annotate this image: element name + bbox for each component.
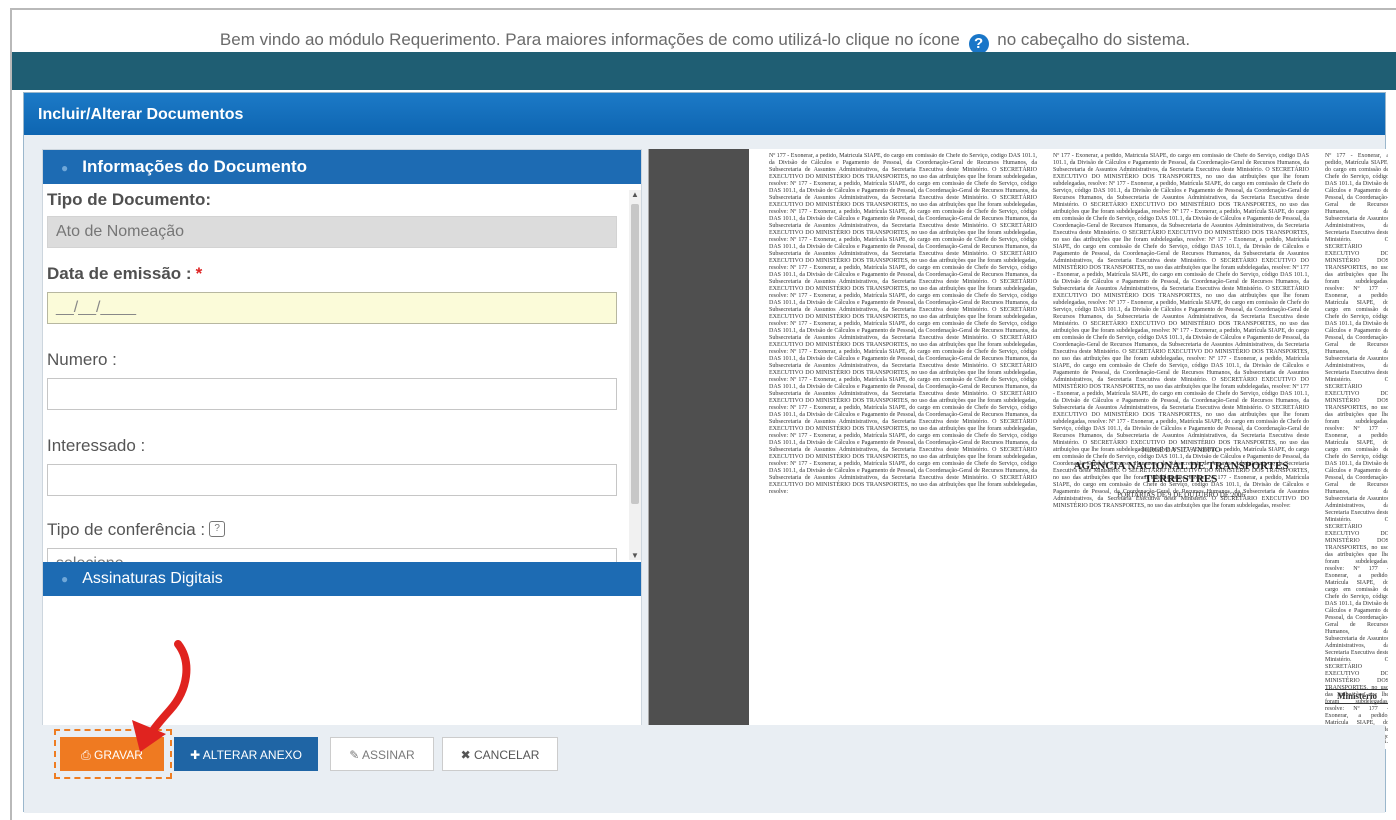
data-emissao-field[interactable]: __/__/____ bbox=[47, 292, 617, 324]
document-form: Tipo de Documento: Ato de Nomeação Data … bbox=[43, 184, 625, 562]
scrollbar-thumb[interactable] bbox=[631, 204, 639, 504]
alterar-anexo-label: Alterar Anexo bbox=[202, 748, 302, 762]
numero-label: Numero : bbox=[47, 350, 117, 369]
document-dialog: Incluir/Alterar Documentos ● Informações … bbox=[23, 92, 1388, 813]
dialog-body: ● Informações do Documento Tipo de Docume… bbox=[24, 135, 1388, 749]
signatures-title: Assinaturas Digitais bbox=[82, 570, 223, 587]
preview-column-1: Nº 177 - Exonerar, a pedido, Matrícula S… bbox=[769, 153, 1037, 495]
preview-text-block: Nº 177 - Exonerar, a pedido, Matrícula S… bbox=[1325, 153, 1388, 743]
tipo-documento-label: Tipo de Documento: bbox=[47, 190, 212, 209]
pen-icon: ✎ bbox=[349, 748, 363, 762]
tipo-conferencia-label: Tipo de conferência :? bbox=[47, 520, 226, 540]
preview-column-2: Nº 177 - Exonerar, a pedido, Matrícula S… bbox=[1053, 153, 1309, 743]
preview-text-block: Nº 177 - Exonerar, a pedido, Matrícula S… bbox=[1053, 153, 1309, 509]
cancelar-button[interactable]: ✖ Cancelar bbox=[442, 737, 558, 771]
comment-help-icon[interactable]: ? bbox=[209, 521, 226, 537]
clear-selection-icon[interactable]: × bbox=[595, 553, 606, 562]
document-info-title: Informações do Documento bbox=[82, 157, 308, 176]
interessado-field[interactable] bbox=[47, 464, 617, 496]
close-icon: ✖ bbox=[460, 748, 475, 762]
scroll-up-icon[interactable]: ▲ bbox=[631, 190, 639, 199]
data-emissao-label: Data de emissão : * bbox=[47, 264, 202, 284]
bullet-icon: ● bbox=[61, 161, 69, 175]
help-icon[interactable]: ? bbox=[968, 34, 989, 54]
assinar-button[interactable]: ✎ Assinar bbox=[330, 737, 434, 771]
action-toolbar: ⎙ Gravar ✚ Alterar Anexo ✎ Assinar ✖ Can… bbox=[24, 725, 1385, 813]
printer-icon: ⎙ bbox=[81, 748, 95, 762]
welcome-message: Bem vindo ao módulo Requerimento. Para m… bbox=[12, 30, 1396, 54]
bullet-icon: ● bbox=[61, 572, 69, 586]
tipo-conferencia-select[interactable]: selecione × bbox=[47, 548, 617, 562]
welcome-text-before: Bem vindo ao módulo Requerimento. Para m… bbox=[219, 30, 960, 49]
required-marker: * bbox=[195, 264, 203, 283]
tipo-conferencia-label-text: Tipo de conferência : bbox=[47, 520, 206, 539]
dialog-title: Incluir/Alterar Documentos bbox=[24, 93, 1385, 135]
scroll-down-icon[interactable]: ▼ bbox=[631, 551, 639, 560]
form-scrollbar[interactable]: ▲ ▼ bbox=[629, 190, 641, 560]
cancelar-label: Cancelar bbox=[474, 748, 540, 762]
welcome-text-after: no cabeçalho do sistema. bbox=[997, 30, 1191, 49]
annotation-arrow-icon bbox=[132, 640, 191, 752]
preview-margin bbox=[649, 149, 749, 749]
preview-column-3: Nº 177 - Exonerar, a pedido, Matrícula S… bbox=[1325, 153, 1388, 743]
tipo-conferencia-value: selecione bbox=[56, 555, 124, 562]
header-bar bbox=[12, 52, 1396, 90]
data-emissao-label-text: Data de emissão : bbox=[47, 264, 192, 283]
numero-field[interactable] bbox=[47, 378, 617, 410]
interessado-label: Interessado : bbox=[47, 436, 146, 455]
signatures-header[interactable]: ● Assinaturas Digitais bbox=[43, 562, 641, 596]
document-info-header[interactable]: ● Informações do Documento bbox=[43, 150, 641, 184]
tipo-documento-field: Ato de Nomeação bbox=[47, 216, 617, 248]
assinar-label: Assinar bbox=[362, 748, 415, 762]
document-preview[interactable]: Nº 177 - Exonerar, a pedido, Matrícula S… bbox=[648, 149, 1388, 749]
